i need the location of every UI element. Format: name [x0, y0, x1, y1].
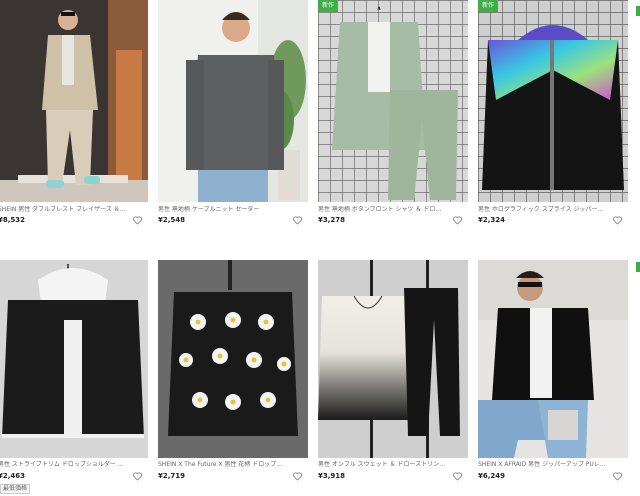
product-price: ¥8,532 [0, 216, 26, 224]
product-card[interactable]: SHEIN X The Future X 男性 花柄 ドロップショルダー セータ… [158, 260, 308, 490]
heart-icon[interactable] [293, 216, 302, 225]
heart-icon[interactable] [293, 472, 302, 481]
heart-icon[interactable] [453, 472, 462, 481]
product-price: ¥2,548 [158, 216, 186, 224]
product-price: ¥3,918 [318, 472, 346, 480]
heart-icon[interactable] [613, 472, 622, 481]
new-badge: 新作 [478, 0, 499, 12]
lowest-price-tag: 最低価格 [0, 484, 31, 494]
heart-icon[interactable] [133, 472, 142, 481]
product-card[interactable]: SHEIN X AFRAID 男性 ジッパーアップ PUレザー モト ¥6,24… [478, 260, 628, 490]
heart-icon[interactable] [453, 216, 462, 225]
product-card[interactable]: 新作 男性 ホログラフィック スプライス ジッパーアップ フード付き ¥2,32… [478, 0, 628, 230]
product-card[interactable]: SHEIN 男性 ダブルブレスト ブレイザーズ ＆ テーラード ¥8,532 [0, 0, 148, 230]
product-title[interactable]: SHEIN X The Future X 男性 花柄 ドロップショルダー セータ… [158, 461, 286, 469]
heart-icon[interactable] [133, 216, 142, 225]
product-grid: SHEIN 男性 ダブルブレスト ブレイザーズ ＆ テーラード ¥8,532 男… [0, 0, 640, 496]
product-title[interactable]: SHEIN 男性 ダブルブレスト ブレイザーズ ＆ テーラード [0, 206, 126, 214]
product-price: ¥2,324 [478, 216, 506, 224]
product-title[interactable]: 男性 オンブル スウェット ＆ ドローストリング スウェットパンツ [318, 461, 446, 469]
product-price: ¥2,719 [158, 472, 186, 480]
product-image[interactable] [158, 0, 308, 202]
product-title[interactable]: 男性 無地柄 ケーブルニット セーター [158, 206, 286, 214]
product-card[interactable]: 男性 無地柄 ケーブルニット セーター ¥2,548 [158, 0, 308, 230]
product-title[interactable]: 男性 無地柄 ボタンフロント シャツ ＆ ドローストリング パンツ [318, 206, 446, 214]
next-card-edge [636, 6, 640, 16]
product-title[interactable]: 男性 ホログラフィック スプライス ジッパーアップ フード付き [478, 206, 606, 214]
product-price: ¥6,249 [478, 472, 506, 480]
product-card[interactable]: 男性 ストライプトリム ドロップショルダー ボンバー ¥2,463 最低価格 [0, 260, 148, 496]
product-image[interactable] [478, 260, 628, 458]
next-card-edge [636, 262, 640, 272]
product-image[interactable] [158, 260, 308, 458]
product-title[interactable]: 男性 ストライプトリム ドロップショルダー ボンバー [0, 461, 126, 469]
product-image[interactable] [318, 0, 468, 202]
product-image[interactable] [318, 260, 468, 458]
product-price: ¥2,463 [0, 472, 26, 480]
new-badge: 新作 [318, 0, 339, 12]
product-image[interactable] [478, 0, 628, 202]
heart-icon[interactable] [613, 216, 622, 225]
product-title[interactable]: SHEIN X AFRAID 男性 ジッパーアップ PUレザー モト [478, 461, 606, 469]
product-card[interactable]: 男性 オンブル スウェット ＆ ドローストリング スウェットパンツ ¥3,918 [318, 260, 468, 490]
product-image[interactable] [0, 260, 148, 458]
product-price: ¥3,278 [318, 216, 346, 224]
product-image[interactable] [0, 0, 148, 202]
product-card[interactable]: 新作 男性 無地柄 ボタンフロント シャツ ＆ ドローストリング パンツ ¥3,… [318, 0, 468, 230]
